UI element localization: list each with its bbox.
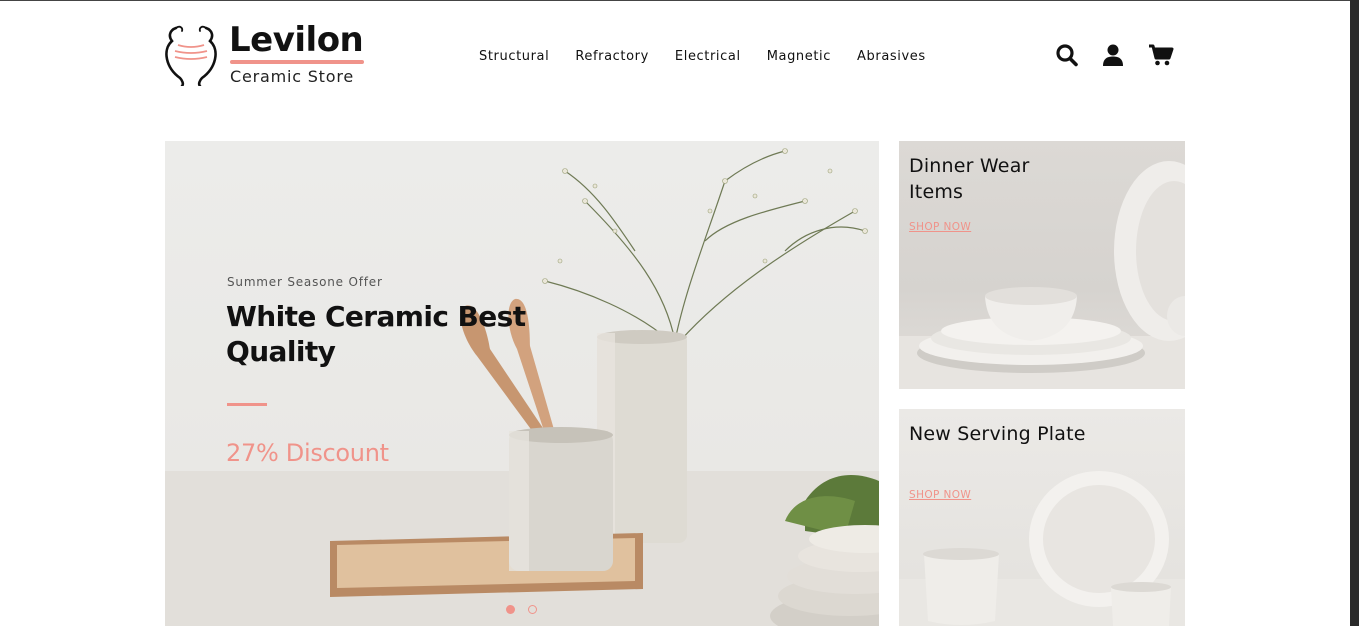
brand-underline bbox=[230, 60, 364, 64]
banner-title: New Serving Plate bbox=[909, 423, 1086, 445]
slider-dots bbox=[506, 605, 550, 614]
hero-slider[interactable]: Summer Seasone Offer White Ceramic Best … bbox=[165, 141, 879, 626]
scrollbar[interactable] bbox=[1350, 0, 1359, 626]
slider-dot-1[interactable] bbox=[506, 605, 515, 614]
hero-ceramics-image bbox=[165, 148, 879, 626]
hero-subtitle: Summer Seasone Offer bbox=[227, 275, 383, 289]
brand-tagline: Ceramic Store bbox=[230, 67, 355, 86]
brand-name: Levilon bbox=[229, 20, 364, 60]
banner-dinner-wear[interactable]: Dinner Wear Items SHOP NOW bbox=[899, 141, 1185, 389]
slider-dot-2[interactable] bbox=[528, 605, 537, 614]
top-border bbox=[0, 0, 1359, 1]
nav-item-abrasives[interactable]: Abrasives bbox=[857, 47, 926, 69]
nav-item-magnetic[interactable]: Magnetic bbox=[767, 47, 831, 69]
cart-icon[interactable] bbox=[1148, 43, 1174, 67]
hero-title: White Ceramic Best Quality bbox=[226, 300, 526, 368]
nav-item-electrical[interactable]: Electrical bbox=[675, 47, 741, 69]
search-icon[interactable] bbox=[1056, 43, 1078, 67]
hero-divider bbox=[227, 403, 267, 406]
shop-now-link[interactable]: SHOP NOW bbox=[909, 489, 971, 501]
vase-logo-icon bbox=[165, 25, 217, 86]
shop-now-link[interactable]: SHOP NOW bbox=[909, 221, 971, 233]
hero-discount: 27% Discount bbox=[226, 439, 389, 467]
banner-title: Dinner Wear Items bbox=[909, 155, 1030, 203]
main-nav: Structural Refractory Electrical Magneti… bbox=[479, 47, 952, 69]
banner-serving-plate[interactable]: New Serving Plate SHOP NOW bbox=[899, 409, 1185, 626]
nav-item-structural[interactable]: Structural bbox=[479, 47, 549, 69]
nav-item-refractory[interactable]: Refractory bbox=[575, 47, 649, 69]
user-icon[interactable] bbox=[1102, 43, 1124, 67]
logo[interactable]: Levilon Ceramic Store bbox=[164, 20, 384, 86]
